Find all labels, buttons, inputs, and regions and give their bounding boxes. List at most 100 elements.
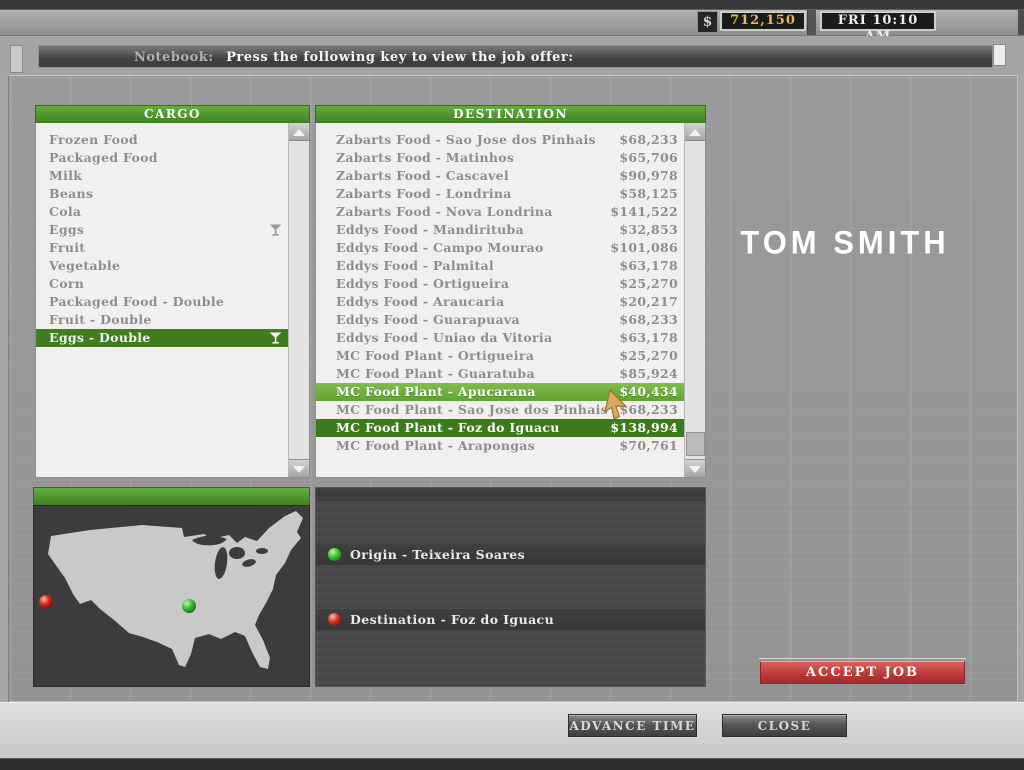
destination-scrollbar[interactable] (684, 123, 705, 477)
destination-item-label: Zabarts Food - Matinhos (336, 150, 514, 165)
destination-item[interactable]: MC Food Plant - Guaratuba $85,924 (316, 365, 684, 383)
cargo-item-label: Corn (49, 276, 84, 291)
origin-marker-green (182, 599, 196, 613)
destination-item[interactable]: Zabarts Food - Sao Jose dos Pinhais$68,2… (316, 131, 684, 149)
usa-map-graphic (34, 506, 309, 686)
destination-item-price: $90,978 (619, 167, 678, 185)
cargo-item[interactable]: Beans (36, 185, 288, 203)
money-display: 712,150 (720, 11, 806, 31)
cargo-item[interactable]: Eggs (36, 221, 288, 239)
dollar-icon: $ (697, 11, 718, 33)
destination-item-price: $138,994 (610, 419, 678, 437)
origin-dot-icon (328, 548, 341, 561)
destination-item[interactable]: Eddys Food - Mandirituba $32,853 (316, 221, 684, 239)
destination-item-label: MC Food Plant - Guaratuba (336, 366, 535, 381)
destination-item[interactable]: Zabarts Food - Nova Londrina $141,522 (316, 203, 684, 221)
driver-name: TOM SMITH (715, 224, 975, 261)
destination-item-price: $63,178 (619, 257, 678, 275)
destination-item-label: Eddys Food - Araucaria (336, 294, 504, 309)
destination-item[interactable]: Zabarts Food - Londrina$58,125 (316, 185, 684, 203)
cargo-item[interactable]: Cola (36, 203, 288, 221)
scroll-down-button[interactable] (685, 459, 705, 477)
destination-item[interactable]: Eddys Food - Campo Mourao$101,086 (316, 239, 684, 257)
cargo-item-label: Frozen Food (49, 132, 138, 147)
cargo-item[interactable]: Packaged Food (36, 149, 288, 167)
notebook-message: Press the following key to view the job … (226, 50, 573, 65)
destination-item[interactable]: Eddys Food - Palmital$63,178 (316, 257, 684, 275)
cargo-item[interactable]: Milk (36, 167, 288, 185)
scroll-up-button[interactable] (685, 123, 705, 141)
destination-item[interactable]: MC Food Plant - Foz do Iguacu$138,994 (316, 419, 684, 437)
destination-item[interactable]: Zabarts Food - Matinhos $65,706 (316, 149, 684, 167)
lake-ontario (256, 548, 268, 554)
notebook-left-notch (10, 45, 23, 73)
cargo-item-label: Eggs - Double (49, 330, 151, 345)
notebook-bar: Notebook: Press the following key to vie… (38, 45, 993, 68)
route-map (33, 505, 310, 687)
advance-time-button[interactable]: ADVANCE TIME (568, 714, 697, 737)
close-button[interactable]: CLOSE (722, 714, 847, 737)
origin-label: Origin - Teixeira Soares (350, 547, 525, 562)
destination-header: DESTINATION (315, 105, 706, 124)
destination-item[interactable]: Zabarts Food - Cascavel $90,978 (316, 167, 684, 185)
destination-item[interactable]: Eddys Food - Guarapuava$68,233 (316, 311, 684, 329)
cargo-item[interactable]: Fruit (36, 239, 288, 257)
cargo-scrollbar[interactable] (288, 123, 309, 477)
destination-item-label: Eddys Food - Mandirituba (336, 222, 524, 237)
destination-item-price: $58,125 (619, 185, 678, 203)
cargo-list-rows: Frozen FoodPackaged FoodMilkBeansColaEgg… (36, 131, 288, 347)
accept-job-button[interactable]: ACCEPT JOB (760, 661, 965, 684)
destination-item[interactable]: Eddys Food - Araucaria$20,217 (316, 293, 684, 311)
destination-item-price: $141,522 (610, 203, 678, 221)
route-info-panel: Origin - Teixeira Soares Destination - F… (315, 487, 706, 687)
scrollbar-thumb[interactable] (686, 432, 705, 456)
bottom-button-strip: ADVANCE TIME CLOSE (0, 702, 1024, 759)
destination-item-label: MC Food Plant - Ortigueira (336, 348, 534, 363)
destination-row: Destination - Foz do Iguacu (316, 609, 705, 630)
destination-item-label: Eddys Food - Campo Mourao (336, 240, 544, 255)
cargo-item-label: Packaged Food - Double (49, 294, 224, 309)
status-bar: $ 712,150 FRI 10:10 AM (0, 10, 1024, 36)
destination-item-label: Eddys Food - Uniao da Vitoria (336, 330, 552, 345)
destination-item-label: MC Food Plant - Apucarana (336, 384, 536, 399)
cargo-item-label: Milk (49, 168, 82, 183)
destination-item[interactable]: MC Food Plant - Arapongas$70,761 (316, 437, 684, 455)
origin-row: Origin - Teixeira Soares (316, 544, 705, 565)
destination-item-label: Eddys Food - Guarapuava (336, 312, 520, 327)
destination-item-label: MC Food Plant - Sao Jose dos Pinhais (336, 402, 608, 417)
destination-item-price: $65,706 (619, 149, 678, 167)
destination-item[interactable]: MC Food Plant - Apucarana$40,434 (316, 383, 684, 401)
destination-item[interactable]: MC Food Plant - Ortigueira$25,270 (316, 347, 684, 365)
cargo-item-label: Fruit - Double (49, 312, 152, 327)
notebook-label: Notebook: (134, 50, 214, 65)
destination-label: Destination - Foz do Iguacu (350, 612, 554, 627)
cargo-item[interactable]: Eggs - Double (36, 329, 288, 347)
datetime-display: FRI 10:10 AM (820, 11, 936, 31)
destination-item[interactable]: Eddys Food - Uniao da Vitoria$63,178 (316, 329, 684, 347)
cargo-item[interactable]: Fruit - Double (36, 311, 288, 329)
cargo-item[interactable]: Corn (36, 275, 288, 293)
scroll-down-button[interactable] (289, 459, 309, 477)
filter-icon (269, 224, 282, 236)
destination-item-label: Zabarts Food - Cascavel (336, 168, 509, 183)
destination-item-price: $68,233 (619, 131, 678, 149)
top-edge-strip (0, 0, 1024, 10)
destination-item-price: $85,924 (619, 365, 678, 383)
cargo-item[interactable]: Packaged Food - Double (36, 293, 288, 311)
status-bar-divider (807, 10, 816, 35)
destination-item-price: $68,233 (619, 401, 678, 419)
destination-item[interactable]: MC Food Plant - Sao Jose dos Pinhais $68,… (316, 401, 684, 419)
destination-dot-icon (328, 613, 341, 626)
status-bar-right-edge (1018, 10, 1024, 35)
destination-item-price: $32,853 (619, 221, 678, 239)
notebook-right-notch (993, 44, 1006, 66)
scroll-up-button[interactable] (289, 123, 309, 141)
cargo-item-label: Fruit (49, 240, 85, 255)
cargo-item[interactable]: Frozen Food (36, 131, 288, 149)
bottom-edge-bar (0, 758, 1024, 770)
job-offers-screen: $ 712,150 FRI 10:10 AM Notebook: Press t… (0, 0, 1024, 770)
cargo-item[interactable]: Vegetable (36, 257, 288, 275)
destination-item[interactable]: Eddys Food - Ortigueira$25,270 (316, 275, 684, 293)
destination-item-price: $25,270 (619, 275, 678, 293)
destination-item-label: Zabarts Food - Nova Londrina (336, 204, 553, 219)
